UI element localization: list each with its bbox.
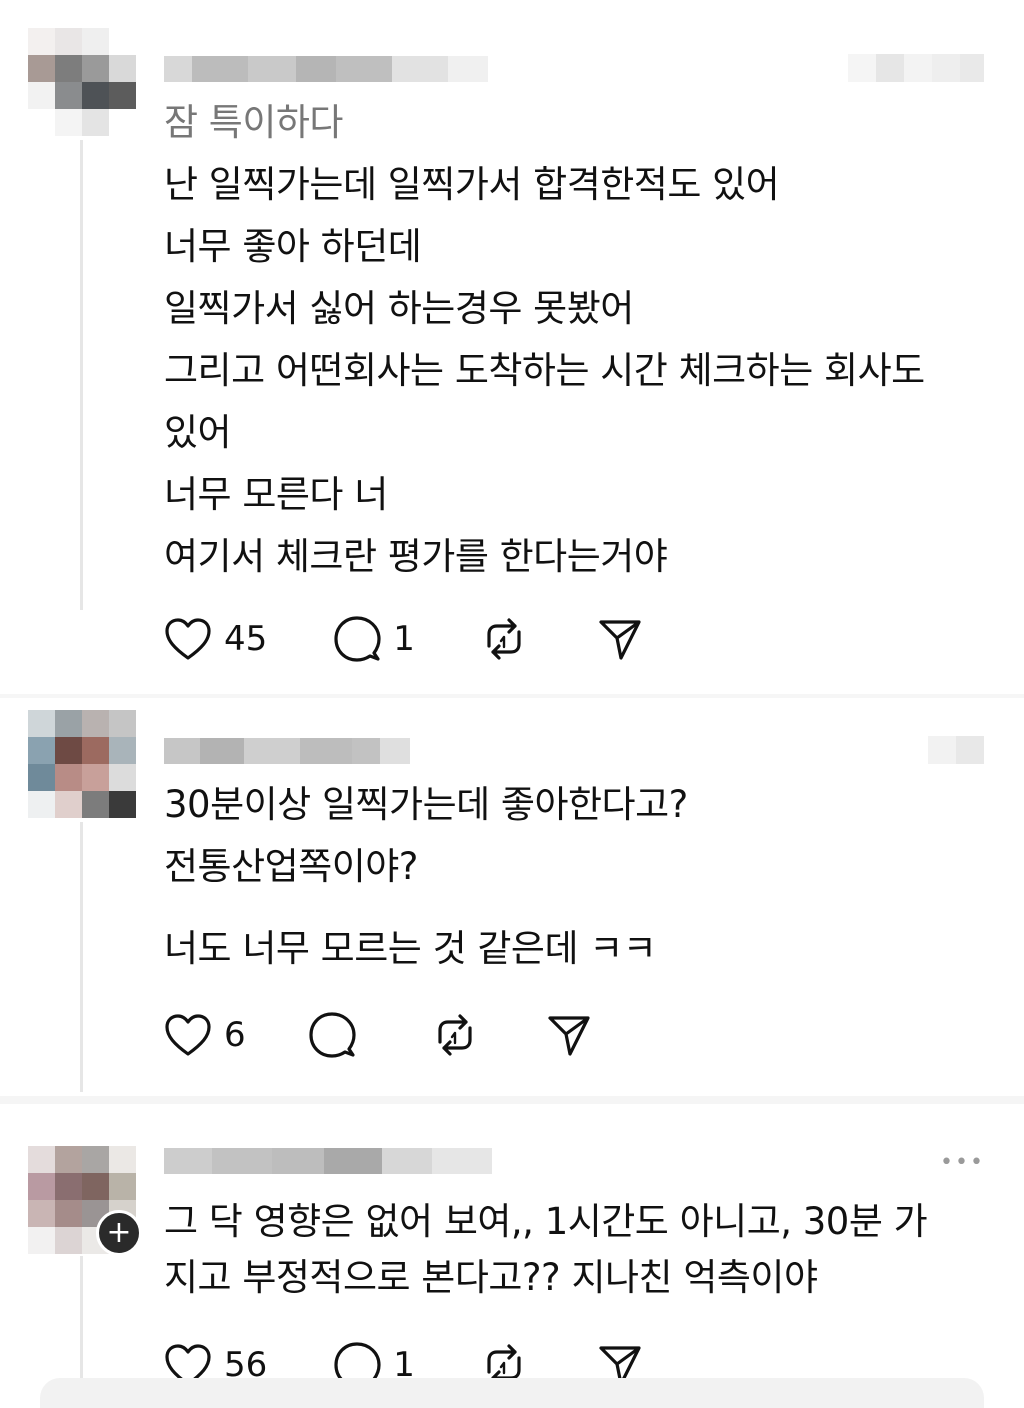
like-button[interactable]: 45 <box>164 617 267 661</box>
avatar[interactable] <box>28 710 136 818</box>
action-bar: 45 1 <box>164 614 643 664</box>
text-line: 그리고 어떤회사는 도착하는 시간 체크하는 회사도 <box>164 349 925 392</box>
text-line: 일찍가서 싫어 하는경우 못봤어 <box>164 287 634 330</box>
thread-line <box>80 140 83 610</box>
send-icon <box>599 620 641 660</box>
username[interactable] <box>164 56 488 82</box>
more-options[interactable] <box>928 736 984 764</box>
more-button[interactable]: ••• <box>940 1150 985 1175</box>
text-line: 난 일찍가는데 일찍가서 합격한적도 있어 <box>164 163 780 206</box>
action-bar: 6 <box>164 1010 592 1060</box>
reply-button[interactable]: 1 <box>333 615 415 663</box>
text-line: 너무 모른다 너 <box>164 473 388 516</box>
text-line: 전통산업쪽이야? <box>164 845 418 888</box>
thread-line <box>80 1256 83 1395</box>
avatar[interactable] <box>28 28 136 136</box>
reply-button[interactable] <box>308 1011 368 1059</box>
heart-icon <box>165 1014 211 1056</box>
username[interactable] <box>164 1148 492 1174</box>
divider <box>0 1096 1024 1104</box>
reply-count: 1 <box>393 619 415 659</box>
plus-icon: + <box>106 1215 132 1250</box>
follow-button[interactable]: + <box>96 1210 142 1256</box>
bottom-sheet-edge <box>40 1378 984 1408</box>
comment-1: 잠 특이하다 난 일찍가는데 일찍가서 합격한적도 있어 너무 좋아 하던데 일… <box>0 0 1024 700</box>
repost-icon <box>487 618 521 660</box>
repost-icon <box>438 1014 472 1056</box>
text-line: 너도 너무 모르는 것 같은데 ㅋㅋ <box>164 927 657 970</box>
speech-bubble-icon <box>309 1012 356 1058</box>
text-line: 너무 좋아 하던데 <box>164 225 422 268</box>
comment-text: 그 닥 영향은 없어 보여,, 1시간도 아니고, 30분 가 지고 부정적으로… <box>164 1194 964 1306</box>
text-line: 지고 부정적으로 본다고?? 지나친 억측이야 <box>164 1256 818 1299</box>
more-options[interactable] <box>848 54 984 82</box>
send-icon <box>548 1016 590 1056</box>
comment-3: ••• 그 닥 영향은 없어 보여,, 1시간도 아니고, 30분 가 지고 부… <box>0 1104 1024 1395</box>
divider <box>0 694 1024 698</box>
text-line: 잠 특이하다 <box>164 101 343 144</box>
heart-icon <box>165 618 211 660</box>
comment-text: 잠 특이하다 난 일찍가는데 일찍가서 합격한적도 있어 너무 좋아 하던데 일… <box>164 92 964 588</box>
share-button[interactable] <box>546 1012 592 1058</box>
comment-2: 30분이상 일찍가는데 좋아한다고? 전통산업쪽이야? 너도 너무 모르는 것 … <box>0 700 1024 1096</box>
speech-bubble-icon <box>334 616 381 662</box>
text-line: 그 닥 영향은 없어 보여,, 1시간도 아니고, 30분 가 <box>164 1200 928 1243</box>
text-line: 있어 <box>164 411 232 454</box>
username[interactable] <box>164 738 410 764</box>
like-button[interactable]: 6 <box>164 1013 246 1057</box>
share-button[interactable] <box>597 616 643 662</box>
like-count: 6 <box>224 1015 246 1055</box>
more-dots-icon: ••• <box>940 1150 985 1175</box>
text-line <box>164 898 964 918</box>
repost-button[interactable] <box>481 616 527 662</box>
like-count: 45 <box>224 619 268 659</box>
text-line: 여기서 체크란 평가를 한다는거야 <box>164 535 668 578</box>
text-line: 30분이상 일찍가는데 좋아한다고? <box>164 783 688 826</box>
repost-button[interactable] <box>432 1012 478 1058</box>
thread-line <box>80 822 83 1092</box>
comment-text: 30분이상 일찍가는데 좋아한다고? 전통산업쪽이야? 너도 너무 모르는 것 … <box>164 774 964 980</box>
